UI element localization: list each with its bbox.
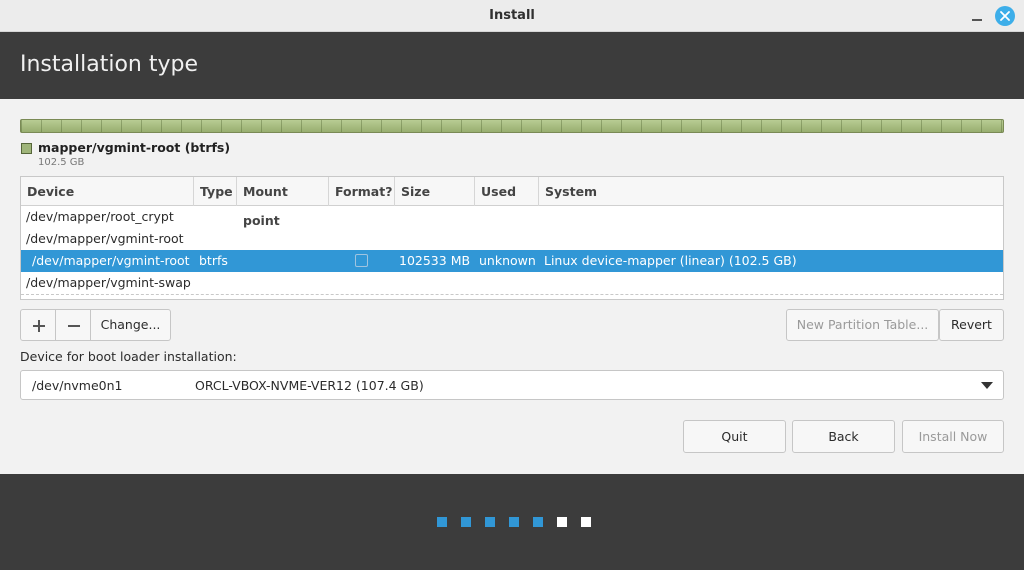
cell-device: /dev/mapper/vgmint-swap: [26, 275, 191, 290]
plus-icon-stroke: [38, 320, 40, 332]
table-row[interactable]: /dev/mapper/vgmint-swap: [21, 272, 1003, 294]
progress-dot-complete: [437, 517, 447, 527]
dropdown-arrow-icon: [981, 382, 993, 389]
boot-loader-select[interactable]: /dev/nvme0n1 ORCL-VBOX-NVME-VER12 (107.4…: [20, 370, 1004, 400]
install-now-button[interactable]: Install Now: [902, 420, 1004, 453]
progress-dot-complete: [533, 517, 543, 527]
progress-dot-complete: [461, 517, 471, 527]
progress-dot-complete: [485, 517, 495, 527]
cell-system: Linux device-mapper (linear) (102.5 GB): [544, 253, 797, 268]
partition-legend-size: 102.5 GB: [38, 157, 85, 168]
cell-device: /dev/mapper/vgmint-root: [32, 253, 190, 268]
cell-type: btrfs: [199, 253, 228, 268]
table-row[interactable]: /dev/mapper/root_crypt: [21, 206, 1003, 228]
partition-table[interactable]: Device Type Mount point Format? Size Use…: [20, 176, 1004, 300]
page-title: Installation type: [20, 52, 198, 77]
table-row-selected[interactable]: /dev/mapper/vgmint-root btrfs 102533 MB …: [21, 250, 1003, 272]
format-checkbox[interactable]: [355, 254, 368, 267]
table-header: Device Type Mount point Format? Size Use…: [21, 177, 1003, 228]
progress-footer: [0, 474, 1024, 570]
quit-button[interactable]: Quit: [683, 420, 786, 453]
minimize-icon[interactable]: [967, 6, 987, 26]
new-partition-table-button[interactable]: New Partition Table...: [786, 309, 939, 341]
column-mount-point[interactable]: Mount point: [237, 177, 329, 228]
column-size[interactable]: Size: [395, 177, 475, 206]
boot-loader-device: /dev/nvme0n1: [32, 378, 123, 393]
cell-device: /dev/mapper/root_crypt: [26, 209, 174, 224]
partition-legend-name: mapper/vgmint-root (btrfs): [38, 140, 231, 155]
progress-dot-pending: [581, 517, 591, 527]
partition-bar: [20, 119, 1004, 133]
boot-loader-description: ORCL-VBOX-NVME-VER12 (107.4 GB): [195, 378, 424, 393]
back-button[interactable]: Back: [792, 420, 895, 453]
progress-dot-pending: [557, 517, 567, 527]
table-row-partial: [21, 294, 1003, 299]
boot-loader-label: Device for boot loader installation:: [20, 349, 237, 364]
remove-partition-button[interactable]: [55, 309, 91, 341]
change-partition-button[interactable]: Change...: [90, 309, 171, 341]
main-content: mapper/vgmint-root (btrfs) 102.5 GB Devi…: [0, 99, 1024, 474]
column-format[interactable]: Format?: [329, 177, 395, 206]
column-system[interactable]: System: [539, 177, 1003, 206]
minus-icon: [68, 325, 80, 327]
add-partition-button[interactable]: [20, 309, 56, 341]
partition-edit-buttons: Change...: [20, 309, 171, 341]
progress-dot-complete: [509, 517, 519, 527]
window-titlebar: Install: [0, 0, 1024, 32]
cell-device: /dev/mapper/vgmint-root: [26, 231, 184, 246]
revert-button[interactable]: Revert: [939, 309, 1004, 341]
partition-color-swatch: [21, 143, 32, 154]
close-icon[interactable]: [995, 6, 1015, 26]
cell-used: unknown: [479, 253, 536, 268]
cell-size: 102533 MB: [399, 253, 471, 268]
column-type[interactable]: Type: [194, 177, 237, 206]
page-header: Installation type: [0, 32, 1024, 99]
column-used[interactable]: Used: [475, 177, 539, 206]
column-device[interactable]: Device: [21, 177, 194, 206]
window-title: Install: [489, 8, 535, 23]
table-row[interactable]: /dev/mapper/vgmint-root: [21, 228, 1003, 250]
